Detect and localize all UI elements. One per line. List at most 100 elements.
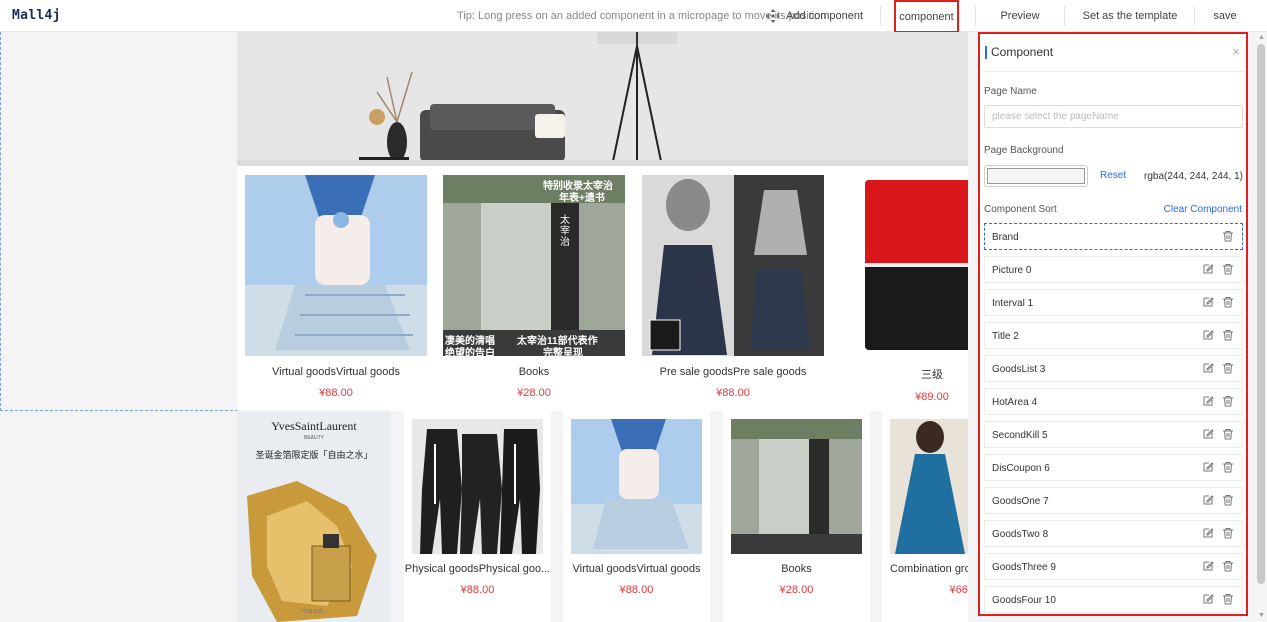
component-sort-item[interactable]: Picture 0 xyxy=(984,256,1243,283)
component-item-label: GoodsFour 10 xyxy=(992,595,1056,606)
goods-price: ¥28.00 xyxy=(779,584,814,596)
close-icon[interactable]: × xyxy=(1232,44,1240,59)
book-title-top2: 年表+遗书 xyxy=(559,193,605,204)
color-picker[interactable] xyxy=(984,165,1088,187)
edit-icon[interactable] xyxy=(1202,329,1214,341)
logo: Mall4j xyxy=(12,8,61,23)
edit-icon[interactable] xyxy=(1202,461,1214,473)
edit-icon[interactable] xyxy=(1202,527,1214,539)
goods-image xyxy=(245,175,427,356)
goods-card[interactable]: Virtual goodsVirtual goods ¥88.00 xyxy=(245,175,427,399)
goods-card[interactable]: Pre sale goodsPre sale goods ¥88.00 xyxy=(642,175,824,399)
edit-icon[interactable] xyxy=(1202,362,1214,374)
goods-price: ¥88.00 xyxy=(619,584,654,596)
delete-icon[interactable] xyxy=(1222,296,1234,308)
delete-icon[interactable] xyxy=(1222,527,1234,539)
goods-name: Physical goodsPhysical goo... xyxy=(404,563,551,575)
set-template-button[interactable]: Set as the template xyxy=(1075,0,1185,32)
reset-link[interactable]: Reset xyxy=(1100,170,1126,181)
component-item-label: Picture 0 xyxy=(992,265,1032,276)
component-sort-item[interactable]: HotArea 4 xyxy=(984,388,1243,415)
component-button[interactable]: component xyxy=(894,0,959,33)
scroll-thumb[interactable] xyxy=(1257,44,1265,584)
goods-card[interactable]: Physical goodsPhysical goo... ¥88.00 xyxy=(404,411,551,622)
goods-name: Virtual goodsVirtual goods xyxy=(572,563,701,575)
add-component-label: Add component xyxy=(786,10,864,22)
goods-name: Books xyxy=(781,563,812,575)
delete-icon[interactable] xyxy=(1222,230,1234,242)
panel-title: Component xyxy=(991,45,1054,59)
brand-sub: BEAUTY xyxy=(303,435,324,441)
goods-image: 特别收录太宰治 年表+遗书 凄美的清唱 绝望的告白 太宰治11部代表作 完整呈现… xyxy=(443,175,625,356)
brand-title: 圣诞金箔限定版「自由之水」 xyxy=(255,450,373,460)
goods-price: ¥88.00 xyxy=(319,387,353,399)
goods-name: Pre sale goodsPre sale goods xyxy=(659,366,807,378)
delete-icon[interactable] xyxy=(1222,263,1234,275)
component-sort-item[interactable]: GoodsOne 7 xyxy=(984,487,1243,514)
component-item-label: Title 2 xyxy=(992,331,1019,342)
component-item-label: HotArea 4 xyxy=(992,397,1038,408)
goods-name: Books xyxy=(518,366,550,378)
goods-card[interactable]: Books ¥28.00 xyxy=(723,411,870,622)
divider xyxy=(975,6,976,26)
scrollbar[interactable]: ▲ ▼ xyxy=(1255,32,1267,622)
edit-icon[interactable] xyxy=(1202,428,1214,440)
component-item-label: DisCoupon 6 xyxy=(992,463,1050,474)
component-sort-item[interactable]: GoodsThree 9 xyxy=(984,553,1243,580)
page-name-input[interactable]: please select the pageName xyxy=(984,105,1243,128)
component-sort-item[interactable]: GoodsFour 10 xyxy=(984,586,1243,613)
accent-bar xyxy=(985,46,987,59)
goods-price: ¥66.0 xyxy=(949,584,968,596)
goods-card[interactable]: 特别收录太宰治 年表+遗书 凄美的清唱 绝望的告白 太宰治11部代表作 完整呈现… xyxy=(443,175,625,399)
delete-icon[interactable] xyxy=(1222,329,1234,341)
component-item-label: Brand xyxy=(992,232,1019,243)
delete-icon[interactable] xyxy=(1222,395,1234,407)
preview-button[interactable]: Preview xyxy=(985,0,1055,32)
component-sort-item[interactable]: Title 2 xyxy=(984,322,1243,349)
component-panel: Component × Page Name please select the … xyxy=(978,32,1248,616)
delete-icon[interactable] xyxy=(1222,494,1234,506)
component-sort-item[interactable]: Brand xyxy=(984,223,1243,250)
goods-two-row: YvesSaintLaurent BEAUTY 圣诞金箔限定版「自由之水」 *节… xyxy=(237,411,968,622)
brand-promo-image[interactable]: YvesSaintLaurent BEAUTY 圣诞金箔限定版「自由之水」 *节… xyxy=(237,411,391,622)
delete-icon[interactable] xyxy=(1222,593,1234,605)
goods-list-row: Virtual goodsVirtual goods ¥88.00 特别收录太宰… xyxy=(237,166,968,411)
goods-name: 三级 xyxy=(921,369,943,381)
delete-icon[interactable] xyxy=(1222,461,1234,473)
edit-icon[interactable] xyxy=(1202,494,1214,506)
goods-card[interactable]: Combination grou ¥66.0 xyxy=(882,411,968,622)
goods-card[interactable]: Virtual goodsVirtual goods ¥88.00 xyxy=(563,411,710,622)
component-sort-item[interactable]: DisCoupon 6 xyxy=(984,454,1243,481)
goods-price: ¥88.00 xyxy=(716,387,750,399)
divider xyxy=(1194,6,1195,26)
component-sort-item[interactable]: Interval 1 xyxy=(984,289,1243,316)
edit-icon[interactable] xyxy=(1202,296,1214,308)
delete-icon[interactable] xyxy=(1222,428,1234,440)
bg-color-value: rgba(244, 244, 244, 1) xyxy=(1144,171,1243,182)
scroll-down-icon[interactable]: ▼ xyxy=(1258,612,1265,619)
add-component-button[interactable]: Add component xyxy=(766,9,863,23)
scroll-up-icon[interactable]: ▲ xyxy=(1258,34,1265,41)
component-sort-label: Component Sort xyxy=(984,204,1057,215)
book-side-title: 太宰治 xyxy=(560,215,570,248)
color-swatch xyxy=(987,168,1085,184)
edit-icon[interactable] xyxy=(1202,593,1214,605)
divider xyxy=(1064,6,1065,26)
banner-image[interactable] xyxy=(237,32,968,166)
delete-icon[interactable] xyxy=(1222,560,1234,572)
component-item-label: GoodsOne 7 xyxy=(992,496,1049,507)
delete-icon[interactable] xyxy=(1222,362,1234,374)
component-item-label: GoodsList 3 xyxy=(992,364,1046,375)
edit-icon[interactable] xyxy=(1202,395,1214,407)
edit-icon[interactable] xyxy=(1202,560,1214,572)
component-sort-item[interactable]: SecondKill 5 xyxy=(984,421,1243,448)
component-item-label: GoodsThree 9 xyxy=(992,562,1056,573)
component-sort-item[interactable]: GoodsTwo 8 xyxy=(984,520,1243,547)
save-button[interactable]: save xyxy=(1205,0,1245,32)
move-icon xyxy=(766,9,780,23)
edit-icon[interactable] xyxy=(1202,263,1214,275)
goods-image xyxy=(412,419,543,554)
component-sort-item[interactable]: GoodsList 3 xyxy=(984,355,1243,382)
goods-card[interactable]: 三级 ¥89.00 xyxy=(841,175,968,403)
clear-component-link[interactable]: Clear Component xyxy=(1164,204,1242,215)
